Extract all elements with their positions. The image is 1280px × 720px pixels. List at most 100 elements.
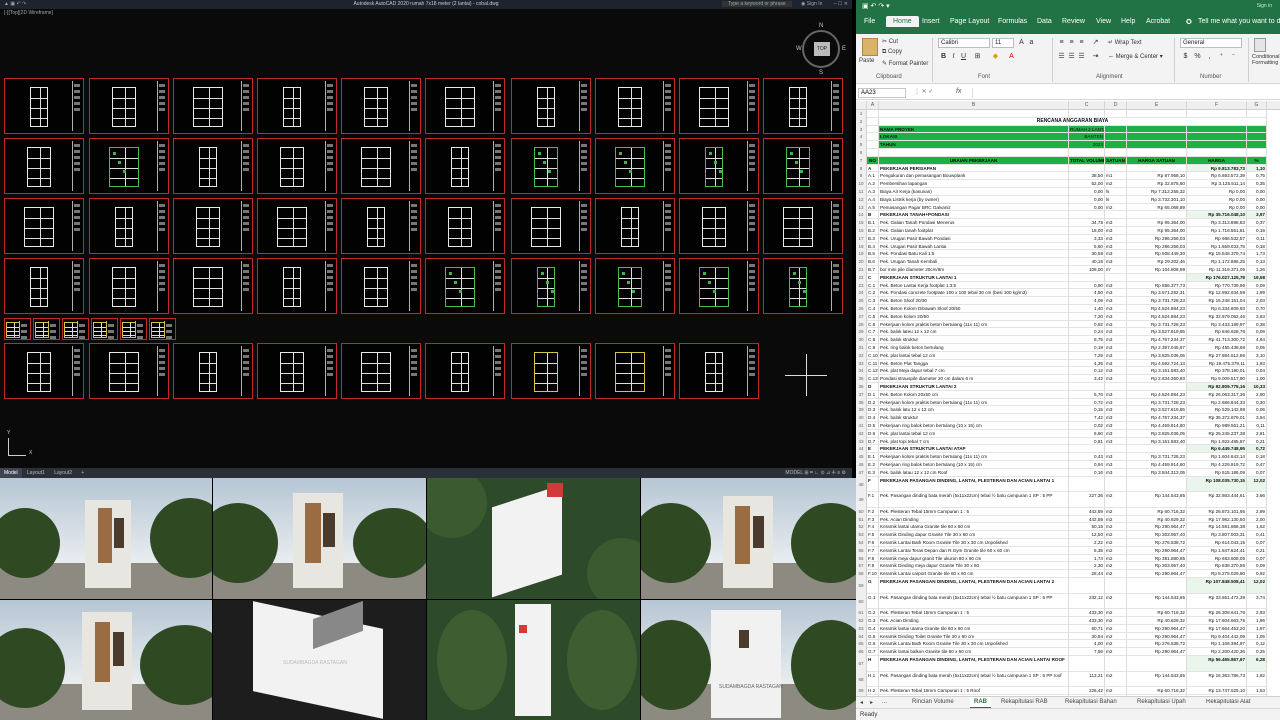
cell-no[interactable]: C.7	[867, 328, 879, 337]
cell-persen[interactable]: 1,82	[1247, 671, 1267, 688]
cell-no[interactable]: A.3	[867, 188, 879, 196]
percent-icon[interactable]: %	[1194, 53, 1201, 60]
model-space-toggle[interactable]: MODEL	[785, 470, 803, 476]
cell-no[interactable]: B.6	[867, 258, 879, 266]
cell-uraian[interactable]: Pek. balok latau 12 x 12 cm Roof	[879, 468, 1069, 477]
copy-button[interactable]: Copy	[888, 49, 902, 55]
cell-harga-satuan[interactable]: HARGA SATUAN	[1127, 156, 1187, 165]
cell-persen[interactable]: 0,04	[1247, 367, 1267, 376]
cell-harga[interactable]	[1187, 141, 1247, 149]
row-header[interactable]: 62	[856, 617, 867, 625]
drawing-sheet[interactable]	[173, 78, 253, 134]
drawing-sheet[interactable]	[511, 138, 591, 194]
cell-no[interactable]: D.2	[867, 398, 879, 407]
cell-uraian[interactable]: Pek. Plesteran Tebal 15mm Campuran 1 : 5	[879, 609, 1069, 617]
cell-volume[interactable]: 433,30	[1069, 617, 1105, 625]
cell-volume[interactable]: 0,24	[1069, 328, 1105, 337]
increase-decimal-icon[interactable]: ⁺	[1218, 53, 1225, 60]
autocad-app-icon[interactable]: ▲ ▣ ↶ ↷	[4, 0, 26, 9]
cell-persen[interactable]: 2,03	[1247, 297, 1267, 305]
cell-volume[interactable]: 0,94	[1069, 461, 1105, 469]
cell-harga[interactable]: Rp 989.561,21	[1187, 422, 1247, 430]
cell-persen[interactable]: 2,00	[1247, 515, 1267, 524]
drawing-sheet[interactable]	[89, 138, 169, 194]
cell-harga-satuan[interactable]	[1127, 149, 1187, 157]
cell-no[interactable]: D.7	[867, 437, 879, 446]
drawing-sheet[interactable]	[763, 198, 843, 254]
drawing-sheet[interactable]	[341, 78, 421, 134]
formula-bar-buttons[interactable]: ⋮ ✕ ✓	[914, 88, 933, 95]
cell-harga[interactable]: Rp 6.693.572,39	[1187, 172, 1247, 181]
row-header[interactable]: 18	[856, 242, 867, 251]
cell-harga[interactable]: Rp 838.370,55	[1187, 562, 1247, 571]
cell-harga[interactable]: Rp 8.275.029,60	[1187, 570, 1247, 578]
cell-persen[interactable]: 0,19	[1247, 227, 1267, 235]
drawing-sheet[interactable]	[679, 78, 759, 134]
cell-harga[interactable]: Rp 1.172.886,25	[1187, 258, 1247, 266]
cell-harga[interactable]: Rp 2.200.420,36	[1187, 648, 1247, 656]
cell-volume[interactable]: 4,09	[1069, 297, 1105, 305]
drawing-sheet[interactable]	[595, 343, 675, 399]
cell-volume[interactable]: 6,35	[1069, 546, 1105, 555]
fx-icon[interactable]: fx	[956, 88, 961, 95]
cell-uraian[interactable]: PEKERJAAN PASANGAN DINDING, LANTAI, PLES…	[879, 476, 1069, 493]
row-header[interactable]: 39	[856, 406, 867, 415]
cell-persen[interactable]: 1,97	[1247, 624, 1267, 633]
cell-harga[interactable]: Rp 26.872.101,95	[1187, 507, 1247, 516]
cell-harga-satuan[interactable]: Rp 29.202,46	[1127, 258, 1187, 266]
row-header[interactable]: 66	[856, 648, 867, 656]
cell-volume[interactable]: 227,36	[1069, 492, 1105, 508]
quick-access-toolbar[interactable]: ▣ ↶ ↷ ▾	[862, 2, 890, 10]
cell-no[interactable]: H.1	[867, 671, 879, 688]
cell-uraian[interactable]: Pek. Urugan Pasir Bawah Pondasi	[879, 234, 1069, 243]
cell-persen[interactable]: 3,63	[1247, 312, 1267, 321]
cell-harga[interactable]: Rp 15.248.151,04	[1187, 297, 1247, 305]
cell-harga[interactable]: Rp 14.591.868,38	[1187, 523, 1247, 532]
prev-sheet-button[interactable]: ◂	[860, 699, 863, 706]
cell-persen[interactable]: 0,11	[1247, 234, 1267, 243]
cell-uraian[interactable]: Pek. Plesteran Tebal 15mm Campuran 1 : 5…	[879, 687, 1069, 695]
cell-harga-satuan[interactable]: Rp 104.808,99	[1127, 266, 1187, 274]
row-header[interactable]: 33	[856, 359, 867, 368]
cell-uraian[interactable]: Keramik lantai utama Granite tile 60 x 6…	[879, 624, 1069, 633]
cell-uraian[interactable]: Keramik Dinding Toilet Granite Tile 30 x…	[879, 632, 1069, 641]
cell-volume[interactable]	[1069, 476, 1105, 493]
tab-formulas[interactable]: Formulas	[998, 18, 1027, 25]
cell-persen[interactable]: 1,26	[1247, 266, 1267, 274]
cell-harga-satuan[interactable]: Rp 4.524.884,23	[1127, 305, 1187, 313]
row-header[interactable]: 21	[856, 266, 867, 274]
add-layout-button[interactable]: +	[77, 468, 88, 478]
cell-persen[interactable]: 1,05	[1247, 632, 1267, 641]
cell-volume[interactable]: 7,29	[1069, 351, 1105, 360]
bold-icon[interactable]: B	[940, 53, 947, 60]
cell-satuan[interactable]: m2	[1105, 632, 1127, 641]
cell-satuan[interactable]: m2	[1105, 609, 1127, 617]
cell-harga[interactable]: Rp 11.319.371,05	[1187, 266, 1247, 274]
cell-harga[interactable]: Rp 529.142,98	[1187, 406, 1247, 415]
cell-satuan[interactable]: m'	[1105, 266, 1127, 274]
copy-icon[interactable]: ⧉	[882, 49, 886, 55]
row-header[interactable]: 64	[856, 632, 867, 641]
decrease-decimal-icon[interactable]: ⁻	[1230, 53, 1237, 60]
cell-uraian[interactable]: Pek. Galian tanah footplat	[879, 227, 1069, 235]
drawing-sheet[interactable]	[595, 138, 675, 194]
drawing-sheet[interactable]	[425, 78, 505, 134]
cell-no[interactable]: D.1	[867, 390, 879, 399]
cell-satuan[interactable]: m2	[1105, 515, 1127, 524]
cell-harga[interactable]: Rp 25.245.237,38	[1187, 429, 1247, 438]
row-header[interactable]: 27	[856, 312, 867, 321]
drawing-sheet[interactable]	[595, 258, 675, 314]
cell-no[interactable]: F.5	[867, 531, 879, 539]
cell-no[interactable]: C.2	[867, 289, 879, 298]
cell-harga[interactable]: Rp 4.229.919,72	[1187, 461, 1247, 469]
drawing-sheet[interactable]	[595, 198, 675, 254]
drawing-sheet[interactable]	[4, 318, 31, 340]
cell-uraian[interactable]: Pekerjaan kolom praktis beton bertulang …	[879, 320, 1069, 329]
cell-harga-satuan[interactable]	[1127, 125, 1187, 134]
cell-persen[interactable]: 1,73	[1247, 250, 1267, 259]
cell-satuan[interactable]	[1105, 149, 1127, 157]
cell-volume[interactable]: 30,58	[1069, 250, 1105, 259]
cell-harga-satuan[interactable]: Rp 4.767.234,37	[1127, 336, 1187, 344]
cell-uraian[interactable]: PEKERJAAN PERSIAPAN	[879, 164, 1069, 173]
cell-harga[interactable]: Rp 6.449.748,95	[1187, 445, 1247, 454]
